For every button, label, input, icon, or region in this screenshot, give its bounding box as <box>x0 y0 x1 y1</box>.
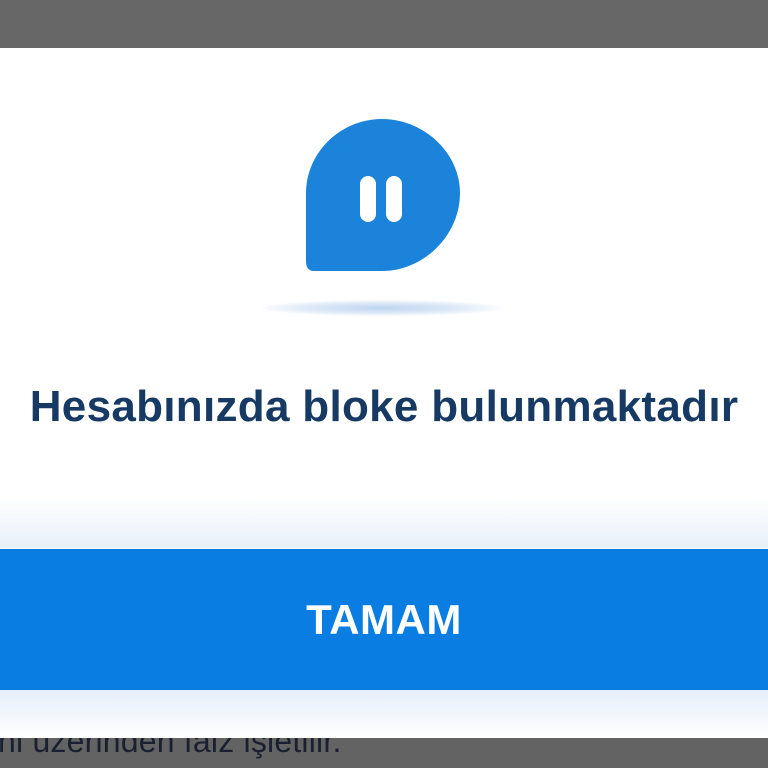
button-top-divider <box>0 496 768 548</box>
dialog-message: Hesabınızda bloke bulunmaktadır <box>29 382 739 431</box>
button-bottom-divider <box>0 690 768 738</box>
ok-button[interactable]: TAMAM <box>0 549 768 691</box>
screen: ni üzerinden faiz işletilir. Hesabınızda… <box>0 0 768 768</box>
alert-dialog: Hesabınızda bloke bulunmaktadır TAMAM <box>0 48 768 738</box>
overlay-top <box>0 0 768 48</box>
pause-chat-bubble-icon <box>304 119 460 271</box>
icon-shadow <box>262 300 502 316</box>
